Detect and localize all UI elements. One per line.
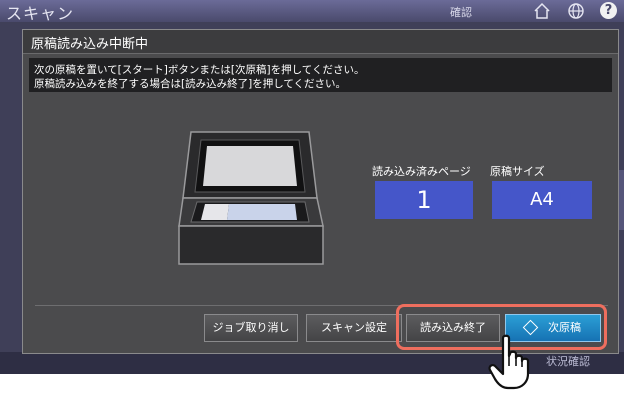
scanned-pages-label: 読み込み済みページ — [372, 165, 471, 178]
message-line-1: 次の原稿を置いて[スタート]ボタンまたは[次原稿]を押してください。 — [34, 64, 365, 76]
original-size-label: 原稿サイズ — [490, 165, 545, 178]
message-line-2: 原稿読み込みを終了する場合は[読み込み終了]を押してください。 — [34, 78, 347, 90]
home-icon[interactable] — [533, 2, 551, 20]
scanned-pages-value: 1 — [375, 181, 473, 219]
scan-settings-button[interactable]: スキャン設定 — [306, 314, 402, 342]
confirm-link[interactable]: 確認 — [450, 4, 472, 20]
status-confirm-button[interactable]: 状況確認 — [546, 353, 590, 369]
original-size-value: A4 — [492, 181, 592, 219]
cancel-job-button[interactable]: ジョブ取り消し — [204, 314, 298, 342]
hand-pointer-icon — [488, 334, 530, 390]
globe-icon[interactable] — [567, 2, 585, 20]
dialog-title: 原稿読み込み中断中 — [31, 37, 149, 52]
scanner-icon — [178, 131, 324, 265]
help-icon[interactable]: ? — [600, 2, 617, 19]
message-box: 次の原稿を置いて[スタート]ボタンまたは[次原稿]を押してください。 原稿読み込… — [29, 58, 612, 92]
dialog-title-bar: 原稿読み込み中断中 — [23, 30, 618, 54]
app-title: スキャン — [6, 4, 75, 23]
top-bar: スキャン 確認 ? — [0, 0, 624, 23]
